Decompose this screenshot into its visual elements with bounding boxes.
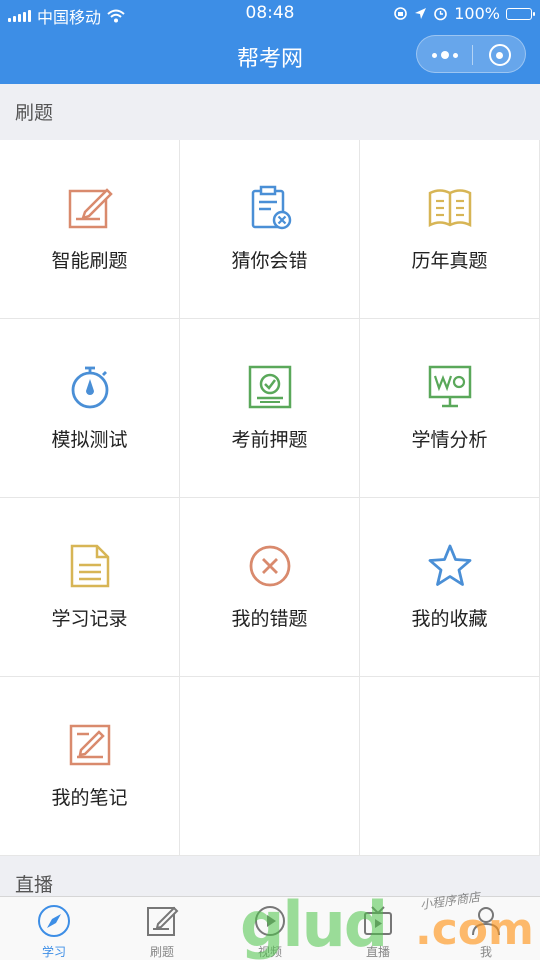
document-icon <box>66 542 114 590</box>
video-icon <box>252 903 288 939</box>
circle-x-icon <box>246 542 294 590</box>
section-title-practice: 刷题 <box>15 102 54 124</box>
tab-live[interactable]: 直播 <box>324 897 432 960</box>
user-icon <box>468 903 504 939</box>
open-book-icon <box>426 184 474 232</box>
star-icon <box>426 542 474 590</box>
grid-item-my-favorites[interactable]: 我的收藏 <box>360 498 539 677</box>
tab-label: 刷题 <box>149 945 174 959</box>
mini-program-capsule <box>416 35 526 73</box>
edit-note-icon <box>66 184 114 232</box>
grid-item-label: 我的收藏 <box>411 608 488 630</box>
grid-item-my-notes[interactable]: 我的笔记 <box>0 677 179 856</box>
grid-item-mock-test[interactable]: 模拟测试 <box>0 319 179 498</box>
bottom-tab-bar: 学习 刷题 视频 直播 我 <box>0 896 540 960</box>
close-mini-program-button[interactable] <box>472 36 527 74</box>
stopwatch-icon <box>66 363 114 411</box>
grid-item-label: 历年真题 <box>411 250 488 272</box>
more-options-button[interactable] <box>417 36 472 74</box>
status-right: 100% <box>393 4 535 23</box>
grid-item-learning-analysis[interactable]: 学情分析 <box>360 319 539 498</box>
live-tv-icon <box>360 903 396 939</box>
section-title-live: 直播 <box>15 874 54 896</box>
tab-video[interactable]: 视频 <box>216 897 324 960</box>
more-dot-icon <box>452 52 458 58</box>
grid-item-label: 智能刷题 <box>51 250 128 272</box>
grid-item-label: 我的错题 <box>231 608 308 630</box>
grid-item-guess-wrong[interactable]: 猜你会错 <box>180 140 359 319</box>
tab-study[interactable]: 学习 <box>0 897 108 960</box>
status-bar: 中国移动 08:48 100% <box>0 0 540 28</box>
grid-item-label: 我的笔记 <box>51 787 128 809</box>
nav-bar: 帮考网 <box>0 28 540 84</box>
location-arrow-icon <box>415 8 427 19</box>
presentation-board-icon <box>426 363 474 411</box>
battery-icon <box>506 7 535 20</box>
note-pencil-icon <box>66 721 114 769</box>
practice-grid: 智能刷题 猜你会错 历年真题 模拟测试 考前押题 学情分析 学习记录 我的错题 … <box>0 140 540 856</box>
grid-item-smart-practice[interactable]: 智能刷题 <box>0 140 179 319</box>
tab-practice[interactable]: 刷题 <box>108 897 216 960</box>
clipboard-x-icon <box>246 184 294 232</box>
grid-item-label: 考前押题 <box>231 429 308 451</box>
tab-label: 视频 <box>257 945 282 959</box>
target-icon <box>488 44 511 66</box>
grid-item-label: 学情分析 <box>411 429 488 451</box>
grid-item-label: 学习记录 <box>51 608 128 630</box>
tab-label: 学习 <box>41 945 66 959</box>
battery-percent: 100% <box>454 4 500 23</box>
grid-item-my-mistakes[interactable]: 我的错题 <box>180 498 359 677</box>
grid-empty-cell <box>180 677 359 856</box>
edit-note-icon <box>144 903 180 939</box>
compass-icon <box>36 903 72 939</box>
tab-me[interactable]: 我 <box>432 897 540 960</box>
more-dot-icon <box>440 51 449 59</box>
grid-item-pre-exam-tips[interactable]: 考前押题 <box>180 319 359 498</box>
tab-label: 我 <box>479 945 492 959</box>
grid-empty-cell <box>360 677 539 856</box>
grid-item-label: 猜你会错 <box>231 250 308 272</box>
grid-item-study-record[interactable]: 学习记录 <box>0 498 179 677</box>
rotation-lock-icon <box>394 7 408 20</box>
alarm-icon <box>434 7 448 21</box>
grid-item-label: 模拟测试 <box>51 429 128 451</box>
certificate-icon <box>246 363 294 411</box>
grid-item-past-exams[interactable]: 历年真题 <box>360 140 539 319</box>
more-dot-icon <box>431 52 437 58</box>
tab-label: 直播 <box>365 945 390 959</box>
